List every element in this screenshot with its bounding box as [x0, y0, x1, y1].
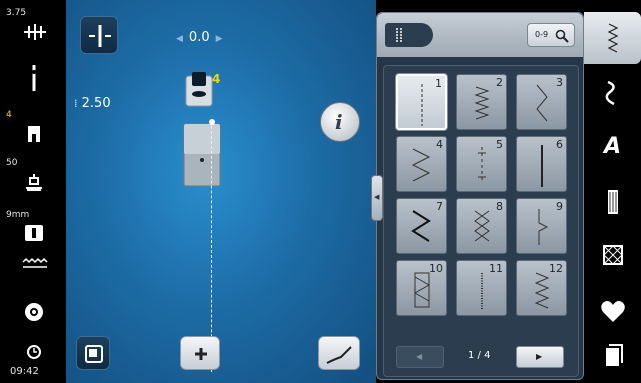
panel-collapse-handle[interactable]: ◀ — [371, 175, 383, 221]
info-button[interactable]: i — [320, 102, 360, 142]
stitch-length-value: 2.50 — [81, 96, 111, 111]
stitch-category-button[interactable] — [385, 23, 433, 47]
stitch-tile-6[interactable]: 6 — [516, 136, 567, 192]
search-button[interactable]: 0-9 — [527, 23, 575, 47]
alphabet-icon: A — [604, 134, 622, 159]
stitch-number: 6 — [556, 138, 563, 151]
stitch-preview-area: ◀ 0.0 ▶ ⁞ 2.50 4 i — [66, 0, 376, 383]
stitch-tile-10[interactable]: 10 — [396, 260, 447, 316]
stitch-plate-icon[interactable] — [22, 222, 46, 246]
stitch-number: 8 — [496, 200, 503, 213]
collapse-arrow-icon: ◀ — [374, 193, 380, 201]
quilt-stitches-tab[interactable] — [584, 230, 641, 282]
needle-position-button[interactable] — [80, 16, 118, 54]
favorites-tab[interactable] — [584, 284, 641, 336]
category-tabs: A — [584, 12, 641, 380]
clock-time: 09:42 — [10, 366, 39, 377]
heart-icon — [601, 301, 625, 322]
stitch-grid: 1 2 3 4 5 6 7 8 9 10 11 12 ◀ 1 / 4 ▶ — [383, 65, 579, 377]
stitch-editor-button[interactable] — [318, 336, 360, 370]
status-sidebar: 3.75 4 50 9mm 09:42 — [0, 0, 66, 383]
previous-arrow-icon: ◀ — [416, 352, 423, 361]
stitch-selection-panel: 0-9 ◀ 1 2 3 4 5 6 7 8 9 10 11 12 ◀ 1 / 4… — [371, 12, 584, 380]
stitch-number: 9 — [556, 200, 563, 213]
needle-icon[interactable] — [22, 64, 46, 91]
width-decrease-icon[interactable]: ◀ — [176, 34, 183, 44]
clock-icon — [22, 344, 46, 368]
search-icon — [555, 29, 569, 43]
info-icon: i — [335, 110, 343, 134]
stitch-tile-4[interactable]: 4 — [396, 136, 447, 192]
stitch-width-control[interactable]: ◀ 0.0 ▶ — [170, 30, 229, 45]
stitch-number: 5 — [496, 138, 503, 151]
stitch-number: 10 — [429, 262, 443, 275]
length-marker-icon: ⁞ — [74, 97, 78, 110]
decorative-stitches-tab[interactable] — [584, 68, 641, 120]
stitch-width-value: 0.0 — [188, 30, 210, 45]
stitch-number: 1 — [435, 77, 442, 90]
previous-page-button[interactable]: ◀ — [396, 346, 444, 368]
stitch-tile-7[interactable]: 7 — [396, 198, 447, 254]
buttonholes-tab[interactable] — [584, 176, 641, 228]
foot-badge: 4 — [212, 72, 221, 86]
alphabets-tab[interactable]: A — [584, 122, 641, 174]
upper-thread-icon[interactable] — [22, 20, 46, 44]
center-cursor-button[interactable] — [180, 336, 220, 370]
buttonhole-icon — [608, 190, 618, 214]
stitch-tile-2[interactable]: 2 — [456, 74, 507, 130]
page-indicator: 1 / 4 — [468, 350, 491, 361]
stitch-tile-9[interactable]: 9 — [516, 198, 567, 254]
memory-icon — [606, 344, 623, 366]
stitch-tile-8[interactable]: 8 — [456, 198, 507, 254]
next-arrow-icon: ▶ — [536, 352, 543, 361]
stitch-number: 2 — [496, 76, 503, 89]
presser-foot-illustration: 4 — [182, 70, 222, 190]
stitch-length-control[interactable]: ⁞ 2.50 — [74, 96, 111, 111]
stitch-tile-12[interactable]: 12 — [516, 260, 567, 316]
presser-foot-pressure-icon[interactable] — [22, 170, 46, 194]
quilt-icon — [603, 245, 623, 265]
practical-stitches-tab[interactable] — [584, 12, 641, 64]
memory-tab[interactable] — [584, 330, 641, 382]
needle-count-label: 3.75 — [6, 8, 27, 18]
stitch-number: 7 — [436, 200, 443, 213]
bobbin-icon[interactable] — [22, 300, 46, 324]
feed-dog-label: 9mm — [6, 210, 30, 220]
stitch-number: 12 — [549, 262, 563, 275]
stitch-view-button[interactable] — [76, 336, 110, 370]
width-increase-icon[interactable]: ▶ — [216, 34, 223, 44]
stitch-tile-3[interactable]: 3 — [516, 74, 567, 130]
search-label: 0-9 — [535, 30, 549, 39]
stitch-tile-5[interactable]: 5 — [456, 136, 507, 192]
stitch-number: 11 — [489, 262, 503, 275]
stitch-number: 3 — [556, 76, 563, 89]
panel-toolbar: 0-9 — [377, 13, 583, 57]
next-page-button[interactable]: ▶ — [516, 346, 564, 368]
stitch-tile-11[interactable]: 11 — [456, 260, 507, 316]
stitch-number: 4 — [436, 138, 443, 151]
presser-foot-icon[interactable] — [22, 122, 46, 146]
feed-dog-icon[interactable] — [22, 256, 48, 280]
stitch-tile-1[interactable]: 1 — [396, 74, 447, 130]
tension-label: 50 — [6, 158, 18, 168]
presser-foot-number: 4 — [6, 110, 12, 120]
practical-stitch-icon — [607, 23, 619, 53]
decorative-stitch-icon — [605, 80, 615, 106]
